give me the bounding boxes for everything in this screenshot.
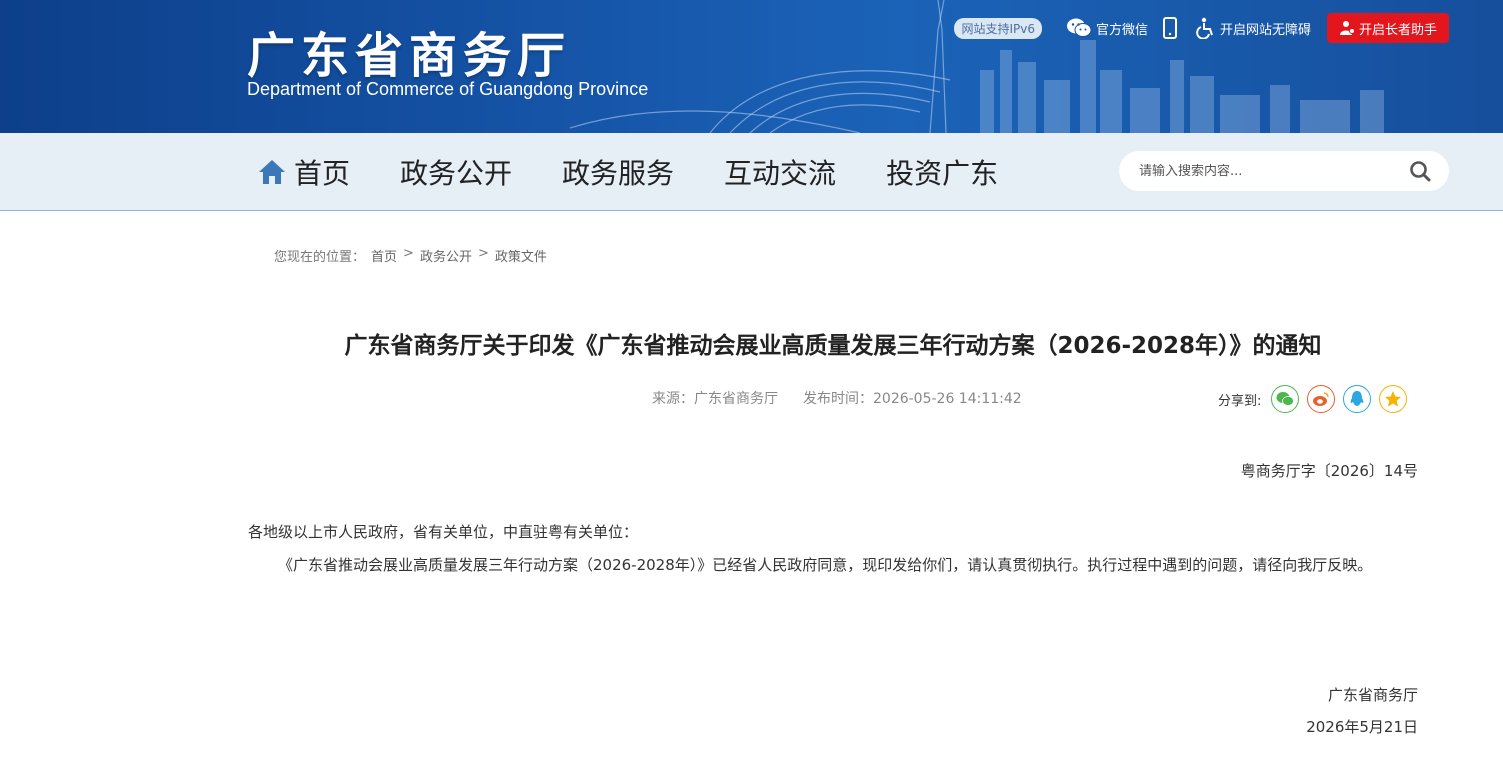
wechat-link[interactable]: 官方微信 [1066,17,1148,39]
breadcrumb: 您现在的位置： 首页 > 政务公开 > 政策文件 [274,246,553,265]
accessibility-link[interactable]: 开启网站无障碍 [1196,17,1311,39]
share-wechat-button[interactable] [1271,385,1300,413]
breadcrumb-home[interactable]: 首页 [371,246,397,265]
share-qzone-button[interactable] [1379,385,1408,413]
article-meta: 来源：广东省商务厅 发布时间：2026-05-26 14:11:42 [652,388,1047,408]
accessibility-label: 开启网站无障碍 [1219,22,1311,38]
home-icon [259,160,285,184]
qq-share-icon [1350,391,1364,406]
article-source: 来源：广东省商务厅 [652,391,778,407]
elder-assistant-label: 开启长者助手 [1358,22,1437,38]
main-navbar: 首页 政务公开 政务服务 互动交流 投资广东 [0,133,1503,211]
breadcrumb-policy-documents[interactable]: 政策文件 [495,246,547,265]
wechat-label: 官方微信 [1095,22,1148,38]
nav-label-home: 首页 [294,157,351,190]
share-bar: 分享到: [1218,385,1415,413]
elder-user-icon [1339,21,1355,35]
signature-organization: 广东省商务厅 [1327,686,1418,704]
site-subtitle: Department of Commerce of Guangdong Prov… [247,79,649,99]
article-body: 各地级以上市人民政府，省有关单位，中直驻粤有关单位： 《广东省推动会展业高质量发… [248,516,1420,582]
document-number: 粤商务厅字〔2026〕14号 [1240,462,1418,480]
breadcrumb-prefix: 您现在的位置： [274,250,366,265]
search-input[interactable] [1139,163,1389,179]
breadcrumb-separator: > [477,246,489,261]
article-paragraph: 《广东省推动会展业高质量发展三年行动方案（2026-2028年）》已经省人民政府… [278,556,1373,574]
wechat-icon [1066,18,1092,37]
site-title: 广东省商务厅 [247,28,572,84]
nav-item-government-affairs[interactable]: 政务公开 [400,152,512,192]
breadcrumb-separator: > [403,246,414,261]
weibo-share-icon [1313,392,1330,406]
breadcrumb-government-affairs[interactable]: 政务公开 [420,246,472,265]
search-icon [1410,161,1431,182]
nav-item-government-services[interactable]: 政务服务 [562,152,674,192]
article-publish-time: 发布时间：2026-05-26 14:11:42 [803,391,1022,407]
main-nav: 首页 政务公开 政务服务 互动交流 投资广东 [258,133,1048,211]
share-qq-button[interactable] [1343,385,1372,413]
share-label: 分享到: [1218,393,1262,409]
top-utility-bar: 网站支持IPv6 官方微信 开启网站无障碍 开启长者助手 [954,13,1449,43]
nav-item-invest[interactable]: 投资广东 [886,152,998,192]
search-box [1119,151,1449,191]
wechat-share-icon [1276,392,1295,406]
share-weibo-button[interactable] [1307,385,1336,413]
wheelchair-icon [1196,17,1213,39]
article-salutation: 各地级以上市人民政府，省有关单位，中直驻粤有关单位： [248,523,639,541]
signature-date: 2026年5月21日 [1306,718,1418,736]
mobile-link[interactable] [1162,17,1182,39]
elder-assistant-button[interactable]: 开启长者助手 [1326,13,1449,43]
mobile-phone-icon [1162,17,1177,39]
header-banner: 广东省商务厅 Department of Commerce of Guangdo… [0,0,1503,133]
ipv6-badge: 网站支持IPv6 [954,17,1042,39]
nav-item-home[interactable]: 首页 [258,152,350,192]
search-button[interactable] [1409,160,1431,186]
qzone-share-icon [1385,391,1402,407]
nav-item-interaction[interactable]: 互动交流 [724,152,836,192]
article-title: 广东省商务厅关于印发《广东省推动会展业高质量发展三年行动方案（2026-2028… [344,333,1322,359]
